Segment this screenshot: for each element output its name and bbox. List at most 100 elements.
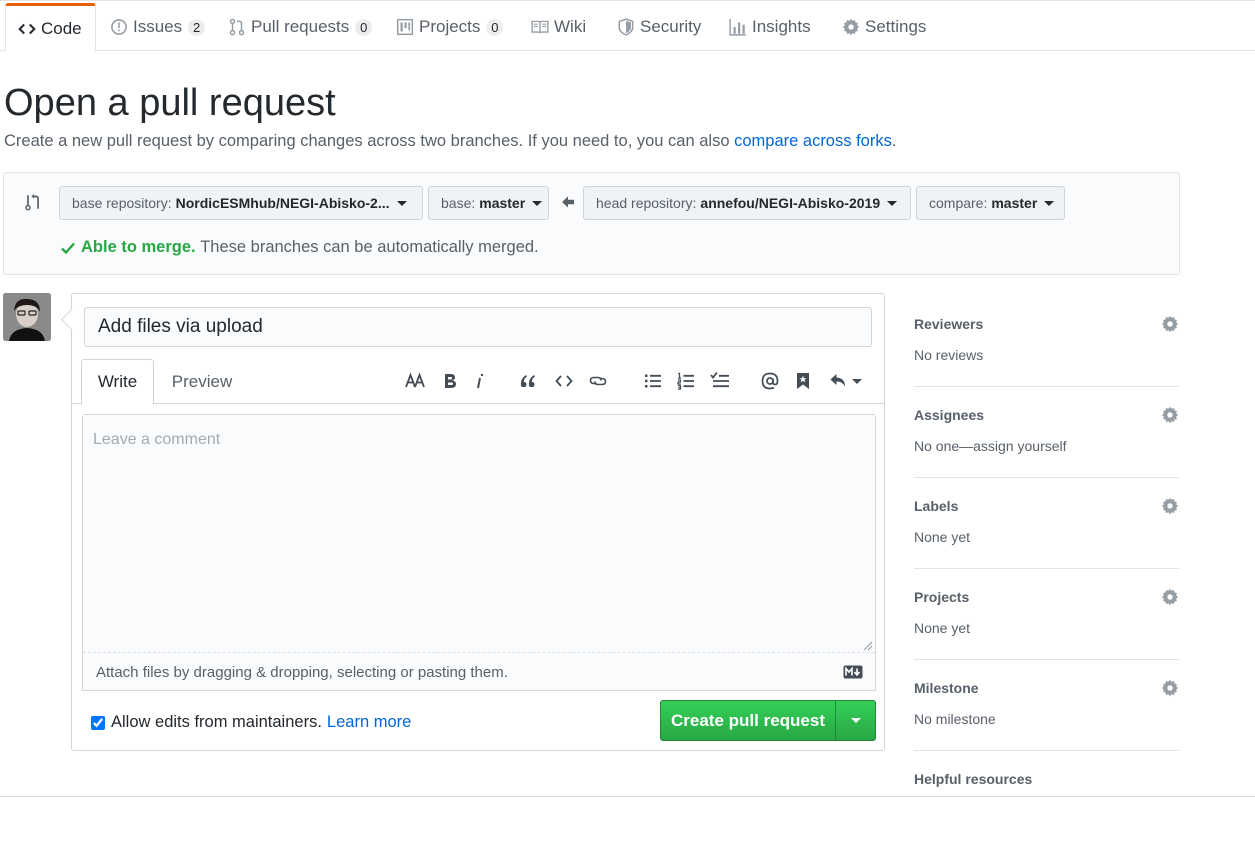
chevron-down-icon	[851, 378, 862, 384]
sidebar-heading: Labels	[914, 498, 959, 514]
italic-icon	[477, 374, 483, 389]
reply-dropdown-button[interactable]	[827, 368, 863, 394]
gear-icon[interactable]	[1161, 588, 1179, 606]
attach-files-text: Attach files by dragging & dropping, sel…	[96, 664, 508, 681]
bold-button[interactable]	[437, 368, 463, 394]
compare-across-forks-link[interactable]: compare across forks	[734, 132, 892, 150]
text-size-icon	[405, 372, 425, 388]
tab-issues[interactable]: Issues 2	[110, 3, 206, 51]
tab-wiki[interactable]: Wiki	[531, 3, 586, 51]
graph-icon	[729, 18, 747, 36]
head-repository-value: annefou/NEGI-Abisko-2019	[700, 195, 881, 211]
base-branch-select[interactable]: base: master	[428, 186, 549, 220]
user-avatar-image	[3, 293, 51, 341]
tab-write[interactable]: Write	[81, 359, 154, 405]
tab-projects-label: Projects	[419, 17, 481, 36]
chevron-down-icon	[1044, 200, 1055, 206]
tab-projects[interactable]: Projects 0	[396, 3, 504, 51]
italic-button[interactable]	[467, 368, 493, 394]
compare-branch-value: master	[991, 195, 1038, 211]
create-pull-request-button[interactable]: Create pull request	[660, 700, 836, 741]
gear-icon[interactable]	[1161, 315, 1179, 333]
comment-textarea[interactable]	[83, 415, 875, 653]
shield-icon	[617, 18, 635, 36]
resize-handle-icon[interactable]	[861, 639, 873, 651]
reply-icon	[830, 374, 845, 387]
gear-icon[interactable]	[1161, 679, 1179, 697]
arrow-left-icon	[562, 196, 574, 208]
merge-ok-label: Able to merge.	[81, 238, 196, 256]
quote-button[interactable]	[515, 368, 541, 394]
mention-button[interactable]	[757, 368, 783, 394]
tab-code-label: Code	[41, 18, 82, 38]
gear-icon	[842, 18, 860, 36]
compare-branch-key: compare:	[929, 195, 988, 211]
compare-branch-select[interactable]: compare: master	[916, 186, 1065, 220]
bulleted-list-button[interactable]	[640, 368, 666, 394]
tab-wiki-label: Wiki	[554, 17, 587, 36]
tab-issues-label: Issues	[133, 17, 183, 36]
tab-pull-requests-label: Pull requests	[251, 17, 350, 36]
code-button[interactable]	[551, 368, 577, 394]
chevron-down-icon	[850, 718, 861, 723]
tab-insights[interactable]: Insights	[729, 3, 811, 51]
sidebar-assignees: Assignees No one—assign yourself	[914, 387, 1179, 478]
sidebar-value: None yet	[914, 620, 971, 636]
head-repository-key: head repository:	[596, 195, 697, 211]
quote-icon	[520, 375, 535, 387]
allow-edits-option[interactable]: Allow edits from maintainers. Learn more	[91, 713, 411, 732]
task-list-icon	[710, 371, 729, 388]
chevron-down-icon	[532, 200, 543, 206]
bold-icon	[445, 374, 456, 388]
tab-pull-requests[interactable]: Pull requests 0	[228, 3, 373, 51]
learn-more-link[interactable]: Learn more	[327, 713, 411, 732]
sidebar-heading: Assignees	[914, 407, 985, 423]
text-size-button[interactable]	[402, 368, 428, 394]
base-repository-value: NordicESMhub/NEGI-Abisko-2...	[175, 195, 390, 211]
markdown-icon[interactable]	[843, 665, 863, 679]
chevron-down-icon	[887, 200, 898, 206]
mention-icon	[761, 372, 779, 390]
gear-icon[interactable]	[1161, 497, 1179, 515]
code-icon	[18, 20, 36, 38]
avatar[interactable]	[3, 293, 51, 341]
head-repository-select[interactable]: head repository: annefou/NEGI-Abisko-201…	[583, 186, 911, 220]
attach-files-bar[interactable]: Attach files by dragging & dropping, sel…	[83, 654, 875, 691]
merge-status-text: These branches can be automatically merg…	[200, 238, 539, 256]
chevron-down-icon	[396, 200, 407, 206]
base-repository-select[interactable]: base repository: NordicESMhub/NEGI-Abisk…	[59, 186, 423, 220]
compare-arrows-icon	[25, 194, 39, 211]
subtitle-text: Create a new pull request by comparing c…	[4, 132, 730, 150]
create-pull-request-options-button[interactable]	[835, 700, 876, 741]
pull-request-title-input[interactable]	[84, 307, 872, 347]
ordered-list-icon	[677, 372, 694, 390]
sidebar-reviewers: Reviewers No reviews	[914, 296, 1179, 387]
gear-icon[interactable]	[1161, 406, 1179, 424]
numbered-list-button[interactable]	[673, 368, 699, 394]
base-branch-value: master	[479, 195, 526, 211]
unordered-list-icon	[645, 374, 661, 388]
assign-yourself-link[interactable]: No one—assign yourself	[914, 438, 1067, 454]
tab-settings-label: Settings	[865, 17, 927, 36]
book-icon	[531, 18, 549, 36]
base-repository-key: base repository:	[72, 195, 172, 211]
sidebar-heading: Projects	[914, 589, 970, 605]
issues-counter: 2	[188, 18, 206, 36]
pull-request-icon	[228, 18, 246, 36]
tab-settings[interactable]: Settings	[842, 3, 926, 51]
saved-replies-bookmark-button[interactable]	[790, 368, 816, 394]
tab-security-label: Security	[640, 17, 702, 36]
link-button[interactable]	[585, 368, 611, 394]
sidebar-heading: Helpful resources	[914, 771, 1033, 787]
pull-request-form: Write Preview Attach files	[71, 293, 885, 751]
tab-security[interactable]: Security	[617, 3, 701, 51]
sidebar-labels: Labels None yet	[914, 478, 1179, 569]
merge-status: Able to merge. These branches can be aut…	[60, 238, 539, 257]
tab-preview[interactable]: Preview	[162, 359, 242, 404]
discussion-sidebar: Reviewers No reviews Assignees No one—as…	[914, 296, 1179, 842]
allow-edits-checkbox[interactable]	[91, 715, 105, 730]
code-icon	[555, 375, 573, 387]
sidebar-heading: Reviewers	[914, 316, 984, 332]
tab-code[interactable]: Code	[5, 3, 96, 52]
task-list-button[interactable]	[707, 368, 733, 394]
